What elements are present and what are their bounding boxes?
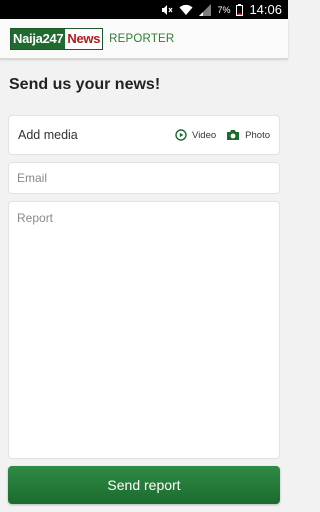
wifi-icon [179,4,193,16]
photo-label: Photo [245,129,270,141]
report-field[interactable] [17,211,271,449]
email-field[interactable] [17,171,271,185]
report-card [8,201,280,459]
app-logo: Naija247 News [10,27,104,50]
app-bar: Naija247 News REPORTER [0,19,288,59]
logo-right-text: News [65,28,103,49]
signal-icon [199,3,212,16]
camera-icon [226,129,240,141]
add-photo-button[interactable]: Photo [226,129,270,141]
mute-icon [161,4,173,16]
video-label: Video [192,129,217,141]
battery-percent: 7% [217,4,231,15]
battery-icon [236,3,244,16]
add-media-label: Add media [18,128,78,142]
add-media-card: Add media Video Photo [8,115,280,155]
page-title: Send us your news! [9,76,161,93]
app-subtitle: REPORTER [109,32,175,45]
play-circle-icon [175,129,187,141]
logo-left-text: Naija247 [11,28,66,49]
status-bar: 7% 14:06 [0,0,288,19]
send-report-button[interactable]: Send report [8,466,280,504]
clock: 14:06 [249,2,282,17]
email-card [8,162,280,194]
add-video-button[interactable]: Video [175,129,216,141]
